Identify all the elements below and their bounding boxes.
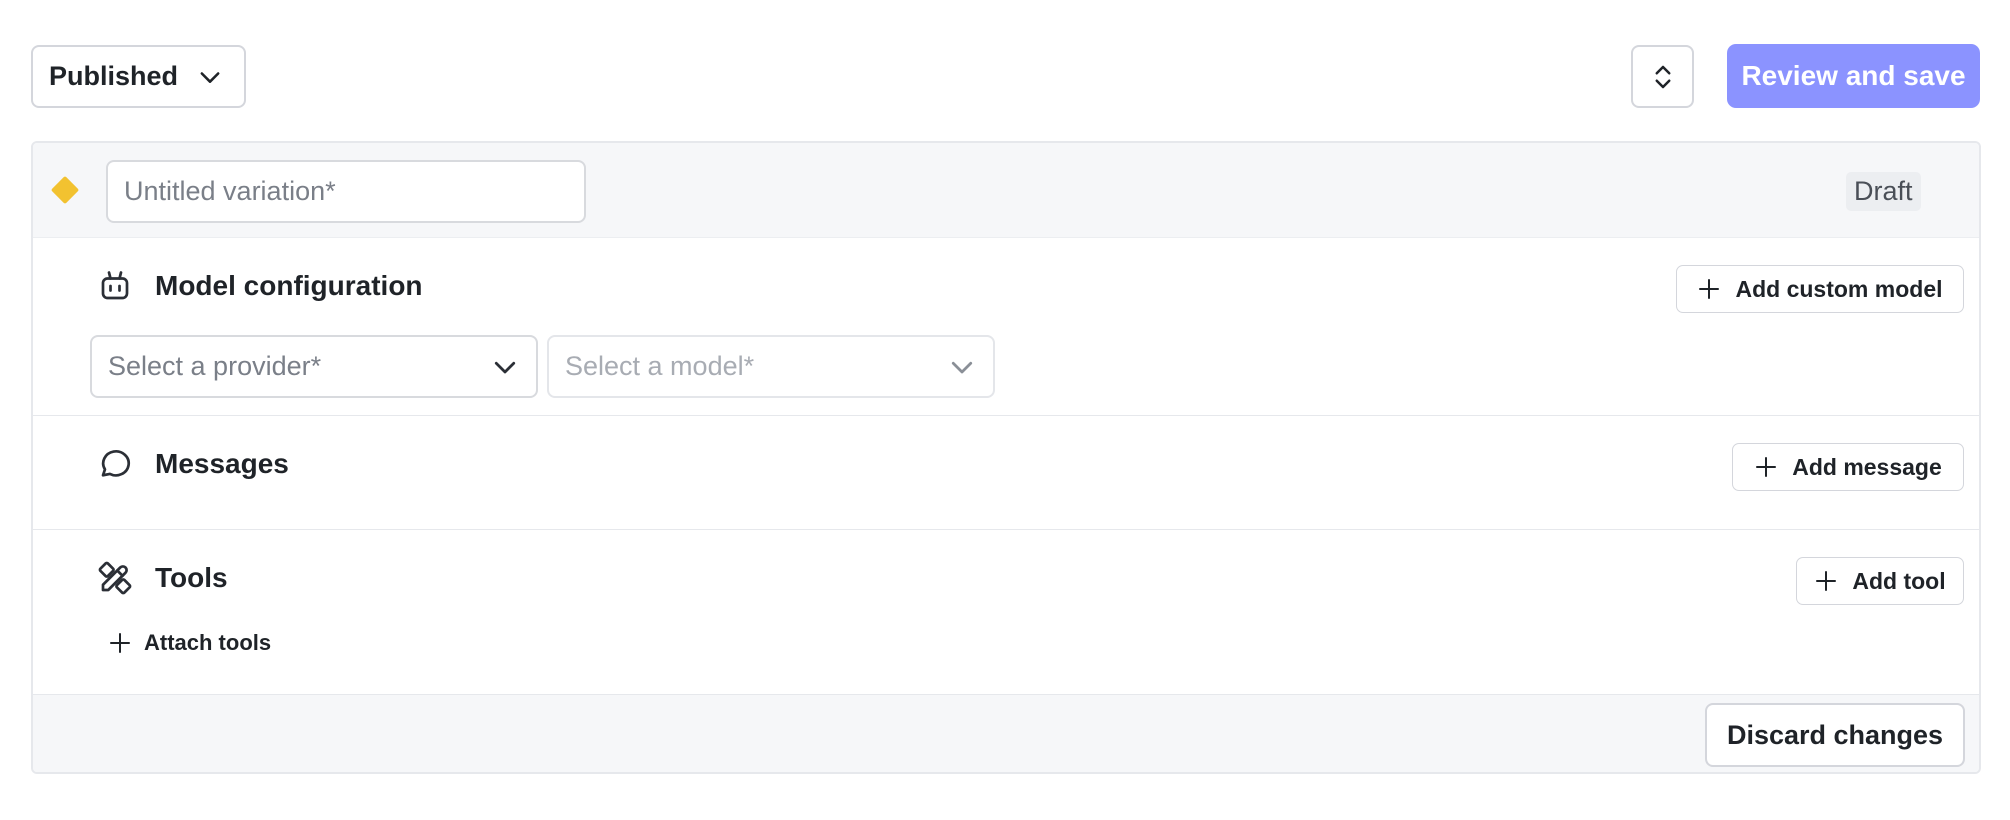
variation-panel: Draft Model configuration Add custom mod…: [31, 141, 1981, 774]
divider: [33, 529, 1979, 530]
variation-header: Draft: [33, 143, 1979, 238]
plus-icon: [1816, 571, 1837, 591]
provider-select[interactable]: Select a provider*: [90, 335, 538, 398]
plus-icon: [1756, 457, 1777, 477]
divider: [33, 415, 1979, 416]
add-tool-label: Add tool: [1852, 567, 1946, 594]
tools-icon: [98, 561, 132, 595]
add-custom-model-button[interactable]: Add custom model: [1676, 265, 1964, 313]
plus-icon: [1699, 279, 1720, 299]
variation-name-input[interactable]: [106, 160, 586, 223]
diamond-icon: [50, 175, 80, 205]
panel-footer: Discard changes: [33, 694, 1979, 772]
version-select[interactable]: Published: [31, 45, 246, 108]
add-custom-model-label: Add custom model: [1735, 275, 1943, 302]
messages-header: Messages: [97, 446, 289, 482]
plus-icon: [110, 633, 130, 653]
sort-icon: [1655, 65, 1670, 88]
add-tool-button[interactable]: Add tool: [1796, 557, 1964, 605]
provider-placeholder: Select a provider*: [108, 351, 322, 381]
add-message-button[interactable]: Add message: [1732, 443, 1964, 491]
model-placeholder: Select a model*: [565, 351, 755, 381]
model-configuration-title: Model configuration: [155, 270, 423, 301]
chevron-down-icon: [494, 361, 516, 373]
model-select[interactable]: Select a model*: [547, 335, 995, 398]
chat-bubble-icon: [101, 450, 131, 477]
chevron-down-icon: [200, 71, 220, 83]
robot-icon: [101, 271, 129, 300]
tools-header: Tools: [97, 560, 228, 596]
version-label: Published: [49, 61, 179, 91]
discard-changes-label: Discard changes: [1726, 719, 1944, 750]
discard-changes-button[interactable]: Discard changes: [1705, 703, 1965, 767]
sort-button[interactable]: [1631, 45, 1694, 108]
attach-tools-label: Attach tools: [144, 630, 272, 655]
messages-title: Messages: [155, 448, 289, 479]
add-message-label: Add message: [1792, 453, 1942, 480]
review-and-save-button[interactable]: Review and save: [1727, 44, 1980, 108]
attach-tools-button[interactable]: Attach tools: [108, 630, 271, 656]
tools-title: Tools: [155, 562, 228, 593]
status-badge: Draft: [1846, 172, 1921, 211]
review-and-save-label: Review and save: [1741, 60, 1966, 91]
model-configuration-header: Model configuration: [97, 268, 423, 304]
chevron-down-icon: [951, 361, 973, 373]
